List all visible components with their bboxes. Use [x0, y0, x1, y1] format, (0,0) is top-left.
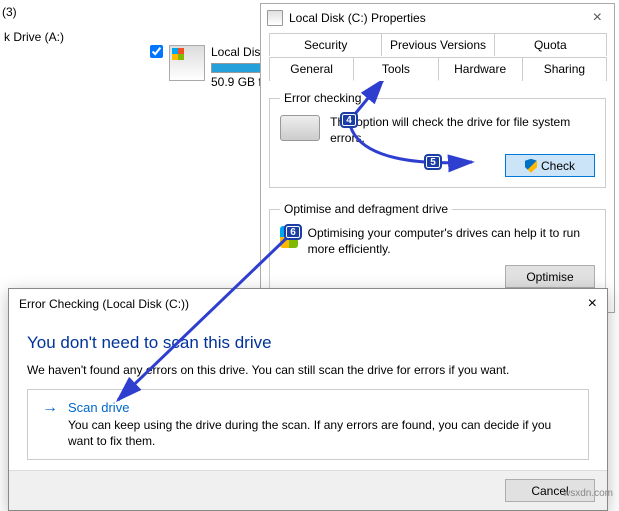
drive-a-label[interactable]: k Drive (A:)	[4, 30, 64, 44]
scan-drive-option[interactable]: → Scan drive You can keep using the driv…	[27, 389, 589, 460]
dialog-title: Error Checking (Local Disk (C:))	[19, 297, 189, 311]
optimise-legend: Optimise and defragment drive	[280, 202, 452, 216]
optimise-desc: Optimising your computer's drives can he…	[308, 226, 595, 257]
properties-title: Local Disk (C:) Properties	[289, 11, 426, 25]
hard-drive-icon	[280, 115, 320, 141]
step-badge-4: 4	[340, 112, 358, 128]
tab-general[interactable]: General	[269, 57, 354, 81]
tab-tools[interactable]: Tools	[353, 57, 438, 81]
error-checking-desc: This option will check the drive for fil…	[330, 115, 595, 146]
drives-group-header: ves (3)	[0, 5, 70, 19]
tab-sharing[interactable]: Sharing	[522, 57, 607, 81]
tab-security[interactable]: Security	[269, 33, 382, 56]
error-checking-group: Error checking This option will check th…	[269, 91, 606, 188]
scan-drive-title: Scan drive	[68, 400, 574, 415]
drive-c-checkbox[interactable]	[150, 45, 163, 58]
properties-titlebar[interactable]: Local Disk (C:) Properties ×	[261, 4, 614, 32]
tab-quota[interactable]: Quota	[494, 33, 607, 56]
tab-row-upper: Security Previous Versions Quota	[269, 32, 606, 56]
check-button-label: Check	[541, 159, 575, 173]
error-checking-legend: Error checking	[280, 91, 365, 105]
dialog-titlebar[interactable]: Error Checking (Local Disk (C:)) ×	[9, 289, 607, 319]
windows-logo-icon	[172, 48, 184, 60]
scan-drive-desc: You can keep using the drive during the …	[68, 417, 574, 449]
step-badge-5: 5	[424, 154, 442, 170]
tab-previous-versions[interactable]: Previous Versions	[381, 33, 494, 56]
dialog-heading: You don't need to scan this drive	[27, 333, 589, 353]
tab-row-lower: General Tools Hardware Sharing	[269, 56, 606, 81]
watermark: wsxdn.com	[563, 488, 613, 499]
disk-icon	[267, 10, 283, 26]
check-button[interactable]: Check	[505, 154, 595, 177]
step-badge-6: 6	[284, 224, 302, 240]
close-icon[interactable]: ×	[588, 295, 597, 313]
close-icon[interactable]: ×	[587, 9, 608, 27]
hard-drive-icon	[169, 45, 205, 81]
optimise-button[interactable]: Optimise	[505, 265, 595, 288]
dialog-subtext: We haven't found any errors on this driv…	[27, 363, 589, 377]
error-checking-dialog: Error Checking (Local Disk (C:)) × You d…	[8, 288, 608, 511]
shield-icon	[525, 159, 537, 173]
optimise-group: Optimise and defragment drive Optimising…	[269, 202, 606, 299]
optimise-button-label: Optimise	[526, 270, 573, 284]
tab-hardware[interactable]: Hardware	[438, 57, 523, 81]
arrow-right-icon: →	[42, 400, 58, 449]
